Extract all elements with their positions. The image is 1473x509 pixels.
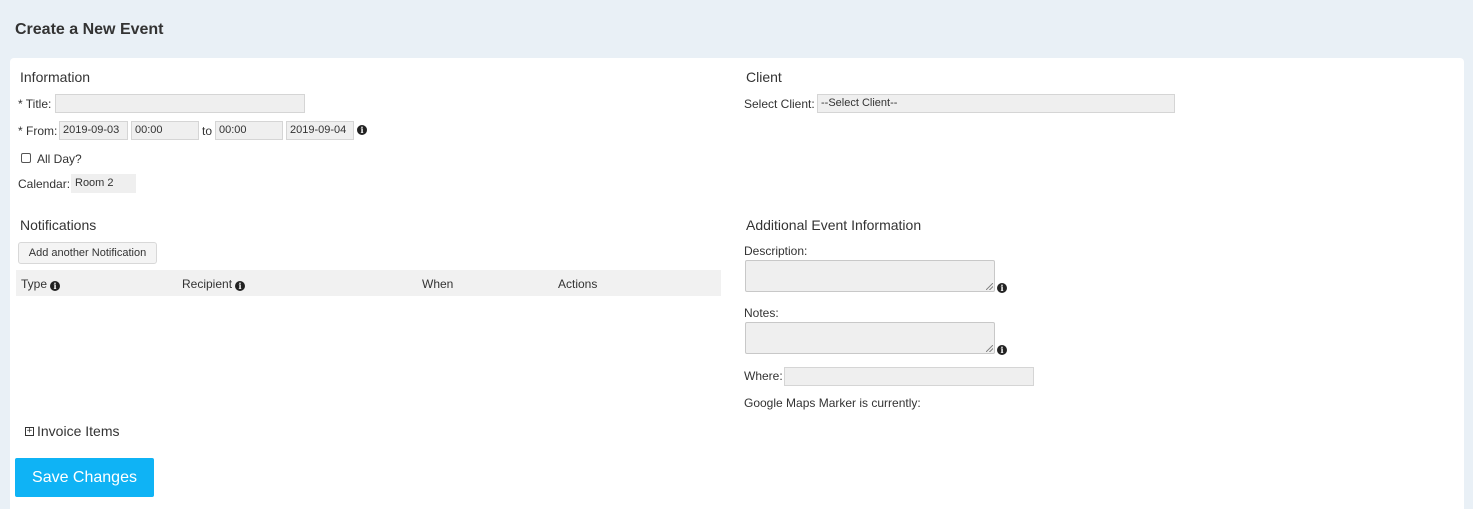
notes-textarea[interactable] — [745, 322, 995, 354]
notes-info-icon[interactable]: i — [997, 345, 1007, 355]
to-time-input[interactable]: 00:00 — [215, 121, 283, 140]
google-maps-marker-label: Google Maps Marker is currently: — [744, 396, 921, 410]
calendar-label: Calendar: — [18, 177, 71, 191]
description-textarea[interactable] — [745, 260, 995, 292]
additional-info-section-title: Additional Event Information — [746, 217, 922, 233]
title-input[interactable] — [55, 94, 305, 113]
from-label: * From: — [18, 124, 58, 138]
column-type[interactable]: Type i — [21, 277, 61, 291]
page-title: Create a New Event — [15, 21, 164, 38]
column-recipient-label: Recipient — [182, 277, 233, 291]
description-label: Description: — [744, 244, 808, 258]
title-label: * Title: — [18, 97, 52, 111]
information-section-title: Information — [20, 69, 91, 85]
select-client-label: Select Client: — [744, 97, 815, 111]
page-header: Create a New Event — [0, 0, 1473, 58]
save-changes-button[interactable]: Save Changes — [15, 458, 154, 497]
add-notification-button[interactable]: Add another Notification — [18, 242, 157, 264]
to-date-input[interactable]: 2019-09-04 — [286, 121, 354, 140]
from-date-input[interactable]: 2019-09-03 — [59, 121, 128, 140]
where-input[interactable] — [784, 367, 1034, 386]
invoice-items-toggle[interactable]: Invoice Items — [37, 423, 119, 439]
to-label: to — [202, 124, 213, 138]
notifications-section-title: Notifications — [20, 217, 97, 233]
all-day-checkbox[interactable] — [21, 153, 31, 163]
notes-resize-handle[interactable] — [986, 345, 993, 352]
date-info-icon[interactable]: i — [357, 125, 367, 135]
client-section-title: Client — [746, 69, 782, 85]
column-type-label: Type — [21, 277, 48, 291]
event-form-panel: Information * Title: * From: 2019-09-03 … — [10, 58, 1464, 509]
description-info-icon[interactable]: i — [997, 283, 1007, 293]
notes-label: Notes: — [744, 306, 779, 320]
notifications-table-header: Type i Recipient i When Actions — [16, 270, 721, 296]
from-time-input[interactable]: 00:00 — [131, 121, 199, 140]
calendar-select[interactable]: Room 2 — [71, 174, 136, 193]
column-actions[interactable]: Actions — [558, 277, 597, 291]
expand-plus-icon[interactable]: + — [25, 427, 34, 436]
client-select[interactable]: --Select Client-- — [817, 94, 1175, 113]
recipient-info-icon[interactable]: i — [235, 281, 246, 291]
column-when[interactable]: When — [422, 277, 453, 291]
type-info-icon[interactable]: i — [50, 281, 61, 291]
all-day-label: All Day? — [37, 152, 82, 166]
where-label: Where: — [744, 369, 783, 383]
column-recipient[interactable]: Recipient i — [182, 277, 246, 291]
description-resize-handle[interactable] — [986, 283, 993, 290]
